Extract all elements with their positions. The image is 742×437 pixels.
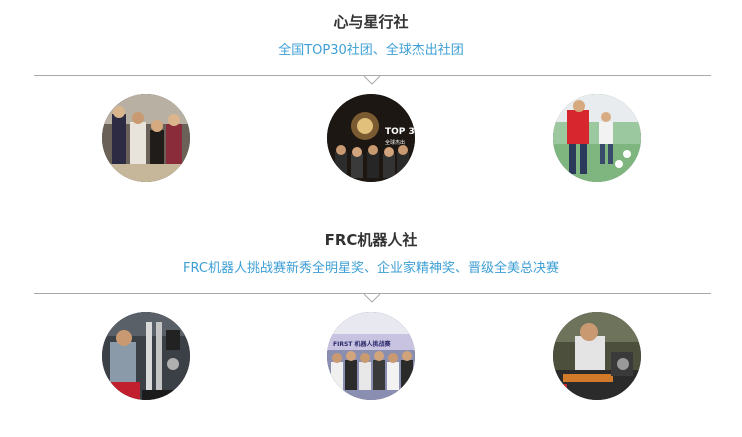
club-photo-workshop bbox=[553, 312, 641, 400]
outdoor-activity-photo-icon bbox=[553, 94, 641, 182]
club-subtitle: 全国TOP30社团、全球杰出社团 bbox=[278, 43, 464, 58]
overlay-text-top: TOP 3 bbox=[385, 127, 415, 137]
club-photo-group bbox=[102, 94, 190, 182]
group-photo-icon bbox=[102, 94, 190, 182]
club-title: FRC机器人社 bbox=[324, 231, 418, 249]
club-photo-stage: TOP 3 全球杰出 bbox=[327, 94, 415, 182]
club-subtitle: FRC机器人挑战赛新秀全明星奖、企业家精神奖、晋级全美总决赛 bbox=[183, 261, 559, 276]
robot-workshop-photo-icon bbox=[553, 312, 641, 400]
overlay-text-sub: 全球杰出 bbox=[385, 139, 405, 146]
overlay-text-first: FIRST 机器人挑战赛 bbox=[333, 340, 391, 348]
competition-team-photo-icon: FIRST 机器人挑战赛 bbox=[327, 312, 415, 400]
club-photo-team: FIRST 机器人挑战赛 bbox=[327, 312, 415, 400]
club-photo-robot-building bbox=[102, 312, 190, 400]
club-title: 心与星行社 bbox=[333, 13, 409, 31]
divider-notch-icon bbox=[364, 76, 380, 85]
club-photo-outdoor bbox=[553, 94, 641, 182]
divider-notch-icon bbox=[364, 294, 380, 303]
robot-building-photo-icon bbox=[102, 312, 190, 400]
stage-award-photo-icon: TOP 3 全球杰出 bbox=[327, 94, 415, 182]
